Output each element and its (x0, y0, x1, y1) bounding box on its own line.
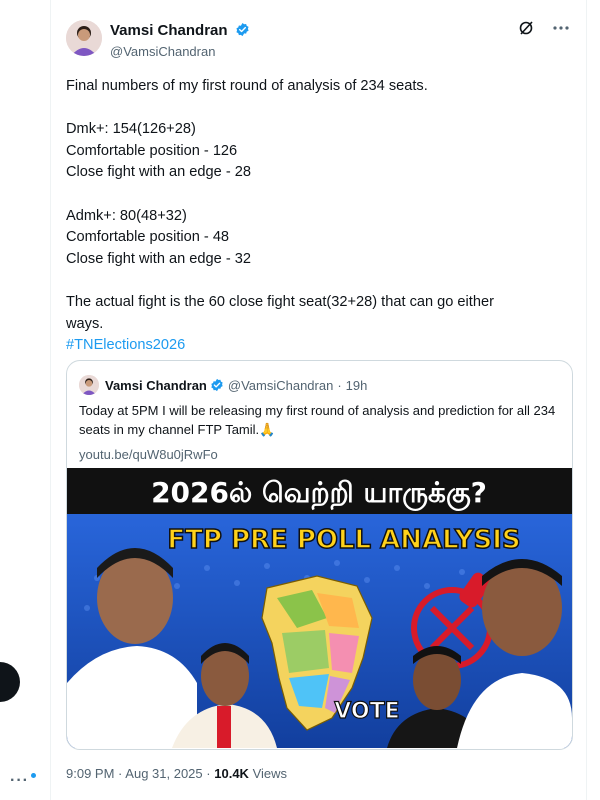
hashtag-link[interactable]: #TNElections2026 (66, 335, 566, 357)
quoted-avatar[interactable] (79, 375, 99, 395)
author-handle[interactable]: @VamsiChandran (110, 44, 250, 59)
meta-separator: · (337, 377, 342, 393)
avatar[interactable] (66, 20, 102, 56)
thumbnail-banner: FTP PRE POLL ANALYSIS (167, 525, 520, 555)
tweet-text: Final numbers of my first round of analy… (66, 76, 566, 357)
thumbnail-headline: 2026ல் வெற்றி யாருக்கு? (151, 476, 487, 512)
quoted-display-name[interactable]: Vamsi Chandran (105, 378, 207, 393)
quoted-handle[interactable]: @VamsiChandran (228, 378, 333, 393)
author-display-name[interactable]: Vamsi Chandran (110, 22, 228, 39)
tweet-time[interactable]: 9:09 PM (66, 766, 114, 781)
meta-separator: · (206, 766, 211, 781)
quoted-tweet[interactable]: Vamsi Chandran @VamsiChandran · 19h Toda… (66, 360, 573, 750)
column-divider-right (586, 0, 587, 800)
tweet-line: Close fight with an edge - 28 (66, 164, 251, 181)
verified-badge-icon (236, 22, 249, 37)
left-rail: ··· (0, 0, 50, 800)
quoted-tweet-header: Vamsi Chandran @VamsiChandran · 19h (79, 375, 367, 395)
more-icon[interactable]: ··· (10, 772, 29, 790)
author-block: Vamsi Chandran @VamsiChandran (110, 22, 250, 59)
tweet-line: Admk+: 80(48+32) (66, 207, 187, 224)
quoted-time[interactable]: 19h (346, 378, 368, 393)
notification-dot (31, 773, 36, 778)
tweet-line: The actual fight is the 60 close fight s… (66, 293, 494, 310)
meta-separator: · (118, 766, 123, 781)
tweet-line: Close fight with an edge - 32 (66, 250, 251, 267)
more-options-icon[interactable] (552, 25, 570, 31)
tweet-line: Final numbers of my first round of analy… (66, 78, 428, 94)
floating-action-button[interactable] (0, 662, 20, 702)
grok-slash-icon[interactable] (518, 20, 534, 36)
views-count[interactable]: 10.4K (214, 766, 249, 781)
views-label: Views (252, 766, 288, 781)
video-thumbnail[interactable]: 2026ல் வெற்றி யாருக்கு? FTP PRE POLL ANA… (67, 468, 572, 748)
verified-badge-icon (211, 378, 223, 392)
tweet-footer-meta: 9:09 PM · Aug 31, 2025 · 10.4K Views (66, 766, 287, 781)
tweet-line: ways. (66, 315, 104, 332)
tweet-line: Dmk+: 154(126+28) (66, 121, 196, 138)
tweet-date[interactable]: Aug 31, 2025 (125, 766, 202, 781)
vote-label: VOTE (334, 699, 399, 724)
column-divider-left (50, 0, 51, 800)
quoted-link[interactable]: youtu.be/quW8u0jRwFo (79, 447, 218, 462)
tweet-line: Comfortable position - 48 (66, 229, 230, 246)
tweet-line: Comfortable position - 126 (66, 142, 238, 159)
quoted-text: Today at 5PM I will be releasing my firs… (79, 403, 556, 437)
top-actions (518, 20, 570, 36)
